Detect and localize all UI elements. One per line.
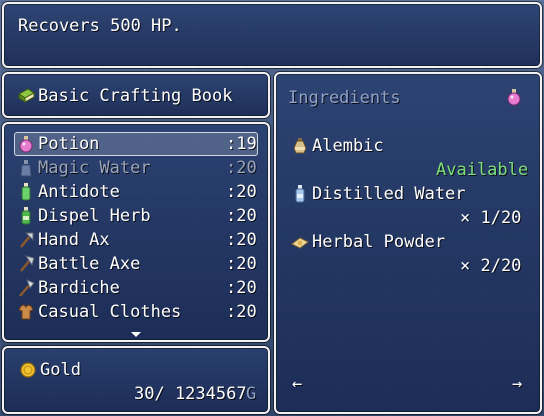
ingredient-name: Alembic xyxy=(312,136,384,156)
item-quantity: :20 xyxy=(226,302,257,322)
item-quantity: :20 xyxy=(226,230,257,250)
ingredient-name: Herbal Powder xyxy=(312,232,446,252)
herb-bottle-icon xyxy=(21,207,31,225)
ingredient-status: × 1/20 xyxy=(460,208,522,228)
ingredients-window: Ingredients Alembic Available Distilled … xyxy=(274,72,542,414)
item-quantity: :19 xyxy=(226,134,257,154)
book-icon xyxy=(18,88,35,103)
item-name: Hand Ax xyxy=(38,230,110,250)
item-name: Dispel Herb xyxy=(38,206,151,226)
scroll-down-arrow-icon[interactable] xyxy=(131,332,141,337)
help-window: Recovers 500 HP. xyxy=(2,2,542,68)
item-name: Bardiche xyxy=(38,278,120,298)
gold-label: Gold xyxy=(40,360,81,380)
item-quantity: :20 xyxy=(226,278,257,298)
axe-icon xyxy=(19,279,35,297)
book-title: Basic Crafting Book xyxy=(38,86,233,106)
ingredient-name: Distilled Water xyxy=(312,184,466,204)
item-quantity: :20 xyxy=(226,158,257,178)
item-name: Magic Water xyxy=(38,158,151,178)
next-page-arrow-icon[interactable]: → xyxy=(512,372,522,396)
magic-water-icon xyxy=(20,160,32,177)
potion-icon xyxy=(19,136,33,153)
alembic-icon xyxy=(293,138,307,154)
gold-amount: 30/ 1234567 xyxy=(134,384,247,404)
water-bottle-icon xyxy=(295,185,305,203)
potion-icon xyxy=(507,89,521,106)
ingredients-header: Ingredients xyxy=(288,88,401,108)
help-text: Recovers 500 HP. xyxy=(18,16,182,36)
item-name: Battle Axe xyxy=(38,254,141,274)
recipe-book-window[interactable]: Basic Crafting Book xyxy=(2,72,270,118)
item-quantity: :20 xyxy=(226,254,257,274)
ingredient-status: Available xyxy=(436,160,529,180)
item-name: Casual Clothes xyxy=(38,302,182,322)
item-quantity: :20 xyxy=(226,206,257,226)
previous-page-arrow-icon[interactable]: ← xyxy=(292,372,302,396)
axe-icon xyxy=(20,232,34,248)
gold-coin-icon xyxy=(20,362,36,378)
gold-window: Gold 30/ 1234567 G xyxy=(2,346,270,414)
antidote-icon xyxy=(21,183,31,201)
clothes-icon xyxy=(18,304,34,320)
ingredient-status: × 2/20 xyxy=(460,256,522,276)
axe-icon xyxy=(20,255,35,272)
powder-icon xyxy=(291,237,309,249)
gold-unit: G xyxy=(246,384,257,404)
item-name: Antidote xyxy=(38,182,120,202)
item-name: Potion xyxy=(38,134,100,154)
item-quantity: :20 xyxy=(226,182,257,202)
recipe-list-window[interactable]: Potion :19 Magic Water :20 Antidote :20 … xyxy=(2,122,270,342)
